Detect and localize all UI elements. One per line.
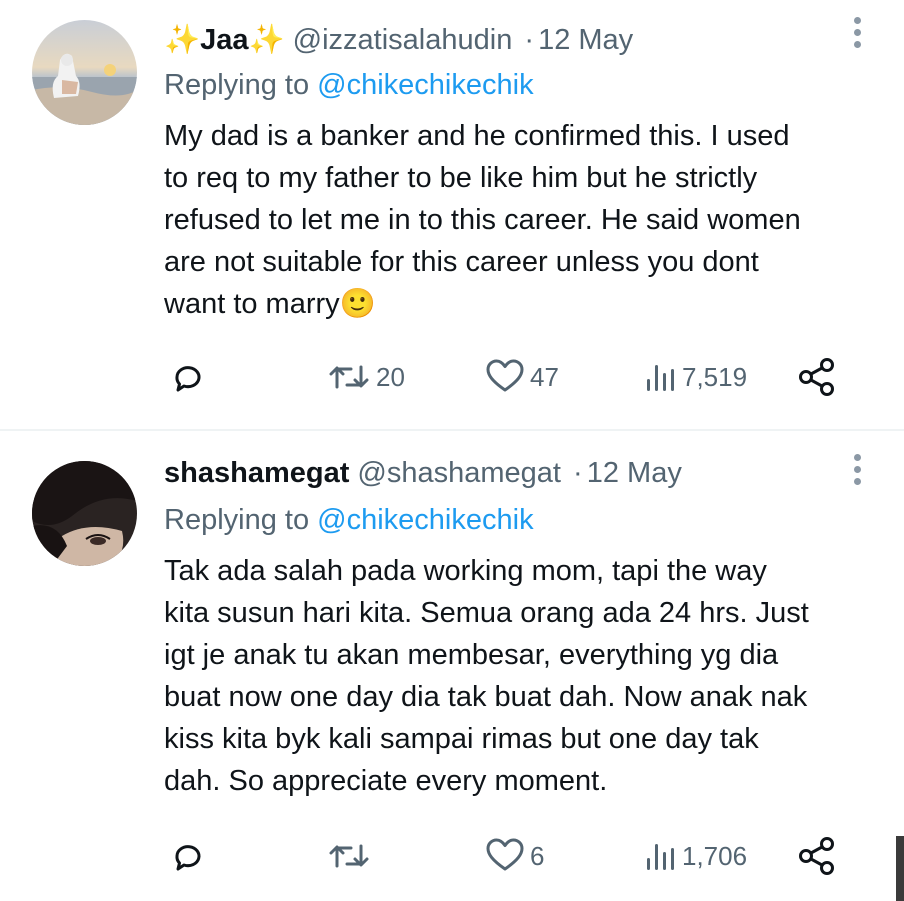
tweet-actions: 20 47 7,519: [0, 352, 904, 402]
more-options-icon[interactable]: [852, 454, 862, 490]
view-count: 7,519: [682, 361, 748, 392]
tweet-text-line: kita susun hari kita. Semua orang ada 24…: [164, 597, 809, 629]
tweet[interactable]: shashamegat @shashamegat · 12 May Replyin…: [0, 431, 904, 901]
retweet-icon: [329, 844, 369, 868]
share-button[interactable]: [796, 831, 838, 881]
user-handle[interactable]: @shashamegat: [357, 457, 561, 489]
scrollbar[interactable]: [896, 836, 904, 901]
more-options-icon[interactable]: [852, 17, 862, 53]
display-name[interactable]: ✨Jaa✨: [164, 24, 285, 56]
tweet-text-line: buat now one day dia tak buat dah. Now a…: [164, 681, 808, 713]
share-icon: [799, 837, 834, 875]
avatar[interactable]: [32, 461, 137, 566]
views-button[interactable]: 1,706: [644, 831, 747, 881]
like-button[interactable]: 47: [484, 352, 559, 402]
reply-button[interactable]: [168, 831, 208, 881]
replying-to-label: Replying to: [164, 504, 310, 536]
replying-to: Replying to @chikechikechik: [164, 67, 534, 103]
tweet-text-line: kiss kita byk kali sampai rimas but one …: [164, 723, 759, 755]
separator-dot: ·: [573, 457, 583, 489]
retweet-count: 20: [376, 361, 405, 392]
tweet-header: ✨Jaa✨ @izzatisalahudin · 12 May: [164, 22, 633, 58]
like-count: 6: [530, 840, 545, 871]
replying-to-mention[interactable]: @chikechikechik: [317, 69, 533, 101]
tweet-text: My dad is a banker and he confirmed this…: [164, 115, 874, 325]
tweet-text-line: want to marry🙂: [164, 288, 376, 320]
like-count: 47: [530, 361, 559, 392]
display-name[interactable]: shashamegat: [164, 457, 349, 489]
replying-to-label: Replying to: [164, 69, 310, 101]
like-button[interactable]: 6: [484, 831, 544, 881]
tweet-text-line: igt je anak tu akan membesar, everything…: [164, 639, 779, 671]
views-icon: [647, 365, 674, 391]
heart-icon: [486, 838, 524, 871]
tweet-text-line: Tak ada salah pada working mom, tapi the…: [164, 555, 767, 587]
views-icon: [647, 844, 674, 870]
tweet-text-line: are not suitable for this career unless …: [164, 246, 759, 278]
tweet-text-line: refused to let me in to this career. He …: [164, 204, 801, 236]
share-button[interactable]: [796, 352, 838, 402]
avatar[interactable]: [32, 20, 137, 125]
tweet-date[interactable]: 12 May: [538, 24, 633, 56]
tweet-date[interactable]: 12 May: [587, 457, 682, 489]
tweet-text-line: My dad is a banker and he confirmed this…: [164, 120, 790, 152]
view-count: 1,706: [682, 840, 748, 871]
reply-icon: [175, 845, 201, 871]
reply-icon: [175, 366, 201, 392]
tweet[interactable]: ✨Jaa✨ @izzatisalahudin · 12 May Replying …: [0, 0, 904, 430]
views-button[interactable]: 7,519: [644, 352, 747, 402]
heart-icon: [486, 359, 524, 392]
reply-button[interactable]: [168, 352, 208, 402]
tweet-header: shashamegat @shashamegat · 12 May: [164, 455, 682, 491]
retweet-icon: [329, 365, 369, 389]
tweet-text-line: to req to my father to be like him but h…: [164, 162, 758, 194]
separator-dot: ·: [524, 24, 535, 56]
replying-to-mention[interactable]: @chikechikechik: [317, 504, 533, 536]
tweet-text: Tak ada salah pada working mom, tapi the…: [164, 550, 874, 802]
replying-to: Replying to @chikechikechik: [164, 502, 534, 538]
retweet-button[interactable]: 20: [326, 352, 405, 402]
tweet-actions: 6 1,706: [0, 831, 904, 881]
share-icon: [799, 358, 834, 396]
retweet-button[interactable]: [326, 831, 376, 881]
user-handle[interactable]: @izzatisalahudin: [293, 24, 513, 56]
tweet-text-line: dah. So appreciate every moment.: [164, 765, 608, 797]
